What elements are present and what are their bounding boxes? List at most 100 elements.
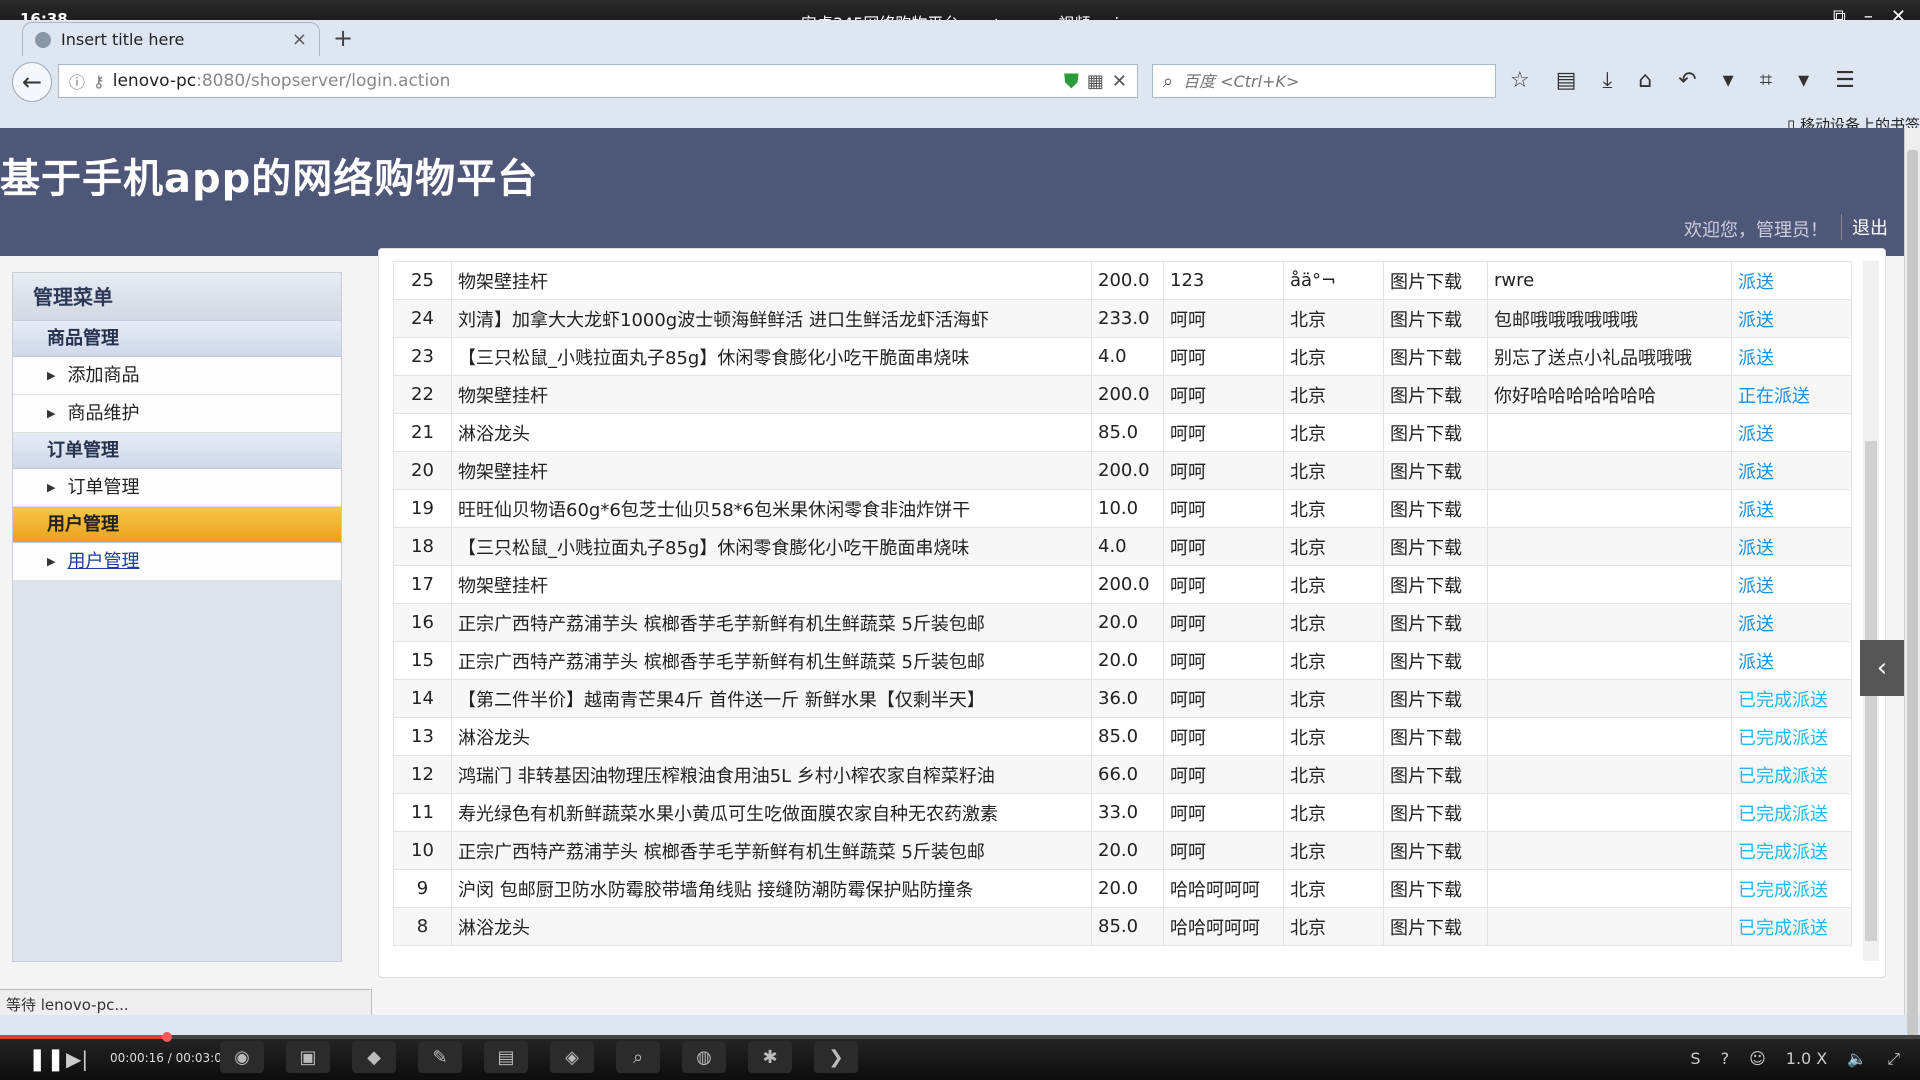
menu-item-label: 用户管理 [67,550,140,572]
new-tab-icon[interactable]: + [333,24,353,52]
status-link[interactable]: 派送 [1731,641,1852,680]
search-box[interactable]: ⌕ [1152,64,1496,98]
image-download-cell[interactable]: 图片下载 [1383,907,1488,946]
home-icon[interactable]: ⌂ [1638,68,1652,93]
image-download-cell[interactable]: 图片下载 [1383,717,1488,756]
menu-item-product-maintenance[interactable]: ▶ 商品维护 [13,395,341,433]
menu-group-users[interactable]: 用户管理 [13,507,341,543]
status-link[interactable]: 已完成派送 [1731,679,1852,718]
status-link[interactable]: 已完成派送 [1731,717,1852,756]
volume-icon[interactable]: 🔈 [1847,1049,1867,1069]
image-download-cell[interactable]: 图片下载 [1383,603,1488,642]
note-cell [1487,869,1732,908]
browser-tab[interactable]: Insert title here × [22,22,320,56]
next-icon[interactable]: ▶| [66,1047,88,1071]
url-text[interactable]: lenovo-pc:8080/shopserver/login.action [113,71,1056,91]
status-link[interactable]: 派送 [1731,261,1852,300]
search-app-icon[interactable]: ⌕ [616,1041,660,1073]
image-download-cell[interactable]: 图片下载 [1383,337,1488,376]
product-name-cell: 旺旺仙贝物语60g*6包芝士仙贝58*6包米果休闲零食非油炸饼干 [451,489,1092,528]
favicon-icon [35,31,51,48]
back-button[interactable]: ← [12,62,52,102]
app-icon[interactable]: ◍ [682,1041,726,1073]
product-name-cell: 淋浴龙头 [451,413,1092,452]
menu-icon[interactable]: ☰ [1835,68,1855,93]
menu-item-order-management[interactable]: ▶ 订单管理 [13,469,341,507]
shield-icon[interactable]: ⛊ [1064,69,1079,93]
input-method-icon[interactable]: S [1690,1049,1700,1069]
status-link[interactable]: 已完成派送 [1731,869,1852,908]
table-row: 23 【三只松鼠_小贱拉面丸子85g】休闲零食膨化小吃干脆面串烧味 4.0 呵呵 北京图… [393,337,1852,376]
fullscreen-icon[interactable]: ⤢ [1887,1049,1900,1069]
triangle-right-icon: ▶ [47,554,56,568]
progress-track[interactable] [0,1032,1920,1042]
user-icon[interactable]: ☺ [1749,1049,1766,1069]
image-download-cell[interactable]: 图片下载 [1383,299,1488,338]
dropdown-icon[interactable]: ▾ [1798,68,1809,93]
menu-item-user-management[interactable]: ▶ 用户管理 [13,543,341,581]
menu-item-add-product[interactable]: ▶ 添加商品 [13,357,341,395]
app-icon[interactable]: ▣ [286,1041,330,1073]
crop-icon[interactable]: ⌗ [1760,68,1772,93]
image-download-cell[interactable]: 图片下载 [1383,831,1488,870]
status-link[interactable]: 已完成派送 [1731,907,1852,946]
table-scrollbar[interactable] [1863,261,1879,961]
collapse-side-panel-button[interactable]: ‹ [1860,640,1904,696]
logout-link[interactable]: 退出 [1841,214,1888,240]
status-link[interactable]: 派送 [1731,565,1852,604]
tab-close-icon[interactable]: × [292,29,307,50]
undo-icon[interactable]: ↶ [1678,68,1696,93]
notes-icon[interactable]: ▤ [484,1041,528,1073]
image-download-cell[interactable]: 图片下载 [1383,679,1488,718]
note-cell [1487,793,1732,832]
app-icon[interactable]: ✎ [418,1041,462,1073]
image-download-cell[interactable]: 图片下载 [1383,527,1488,566]
app-icon[interactable]: ◆ [352,1041,396,1073]
status-link[interactable]: 派送 [1731,413,1852,452]
status-link[interactable]: 派送 [1731,451,1852,490]
star-icon[interactable]: ☆ [1510,68,1530,93]
order-table: 25 物架壁挂杆 200.0 123 åä°¬ 图片下载 rwre 派送 24 刘清】加拿大大龙虾… [393,261,1852,946]
menu-group-orders[interactable]: 订单管理 [13,433,341,469]
image-download-cell[interactable]: 图片下载 [1383,413,1488,452]
browser-icon[interactable]: ◉ [220,1041,264,1073]
status-link[interactable]: 派送 [1731,299,1852,338]
app-icon[interactable]: ❯ [814,1041,858,1073]
image-download-cell[interactable]: 图片下载 [1383,565,1488,604]
reading-list-icon[interactable]: ▤ [1556,68,1577,93]
qr-code-icon[interactable]: ▦ [1087,71,1104,92]
toolbar-icons: ☆ ▤ ⤓ ⌂ ↶ ▾ ⌗ ▾ ☰ [1510,68,1855,93]
status-link[interactable]: 正在派送 [1731,375,1852,414]
address-bar[interactable]: ⓘ ⚷ lenovo-pc:8080/shopserver/login.acti… [58,64,1138,98]
page-scrollbar[interactable] [1904,128,1920,1050]
note-cell [1487,907,1732,946]
status-link[interactable]: 已完成派送 [1731,793,1852,832]
menu-group-products[interactable]: 商品管理 [13,321,341,357]
image-download-cell[interactable]: 图片下载 [1383,375,1488,414]
status-link[interactable]: 派送 [1731,337,1852,376]
download-icon[interactable]: ⤓ [1603,68,1613,93]
image-download-cell[interactable]: 图片下载 [1383,869,1488,908]
user-cell: 呵呵 [1163,641,1284,680]
image-download-cell[interactable]: 图片下载 [1383,451,1488,490]
search-input[interactable] [1183,71,1464,91]
status-link[interactable]: 已完成派送 [1731,755,1852,794]
status-link[interactable]: 已完成派送 [1731,831,1852,870]
info-icon[interactable]: ⓘ [69,69,85,93]
app-icon[interactable]: ✱ [748,1041,792,1073]
pause-icon[interactable]: ❚❚ [28,1047,65,1072]
dropdown-icon[interactable]: ▾ [1723,68,1734,93]
page-scrollbar-thumb[interactable] [1907,150,1918,1050]
status-link[interactable]: 派送 [1731,527,1852,566]
help-icon[interactable]: ? [1721,1049,1730,1069]
image-download-cell[interactable]: 图片下载 [1383,489,1488,528]
image-download-cell[interactable]: 图片下载 [1383,261,1488,300]
status-link[interactable]: 派送 [1731,603,1852,642]
stop-icon[interactable]: ✕ [1112,71,1127,92]
image-download-cell[interactable]: 图片下载 [1383,641,1488,680]
image-download-cell[interactable]: 图片下载 [1383,755,1488,794]
status-link[interactable]: 派送 [1731,489,1852,528]
image-download-cell[interactable]: 图片下载 [1383,793,1488,832]
app-icon[interactable]: ◈ [550,1041,594,1073]
progress-handle[interactable] [162,1032,173,1042]
